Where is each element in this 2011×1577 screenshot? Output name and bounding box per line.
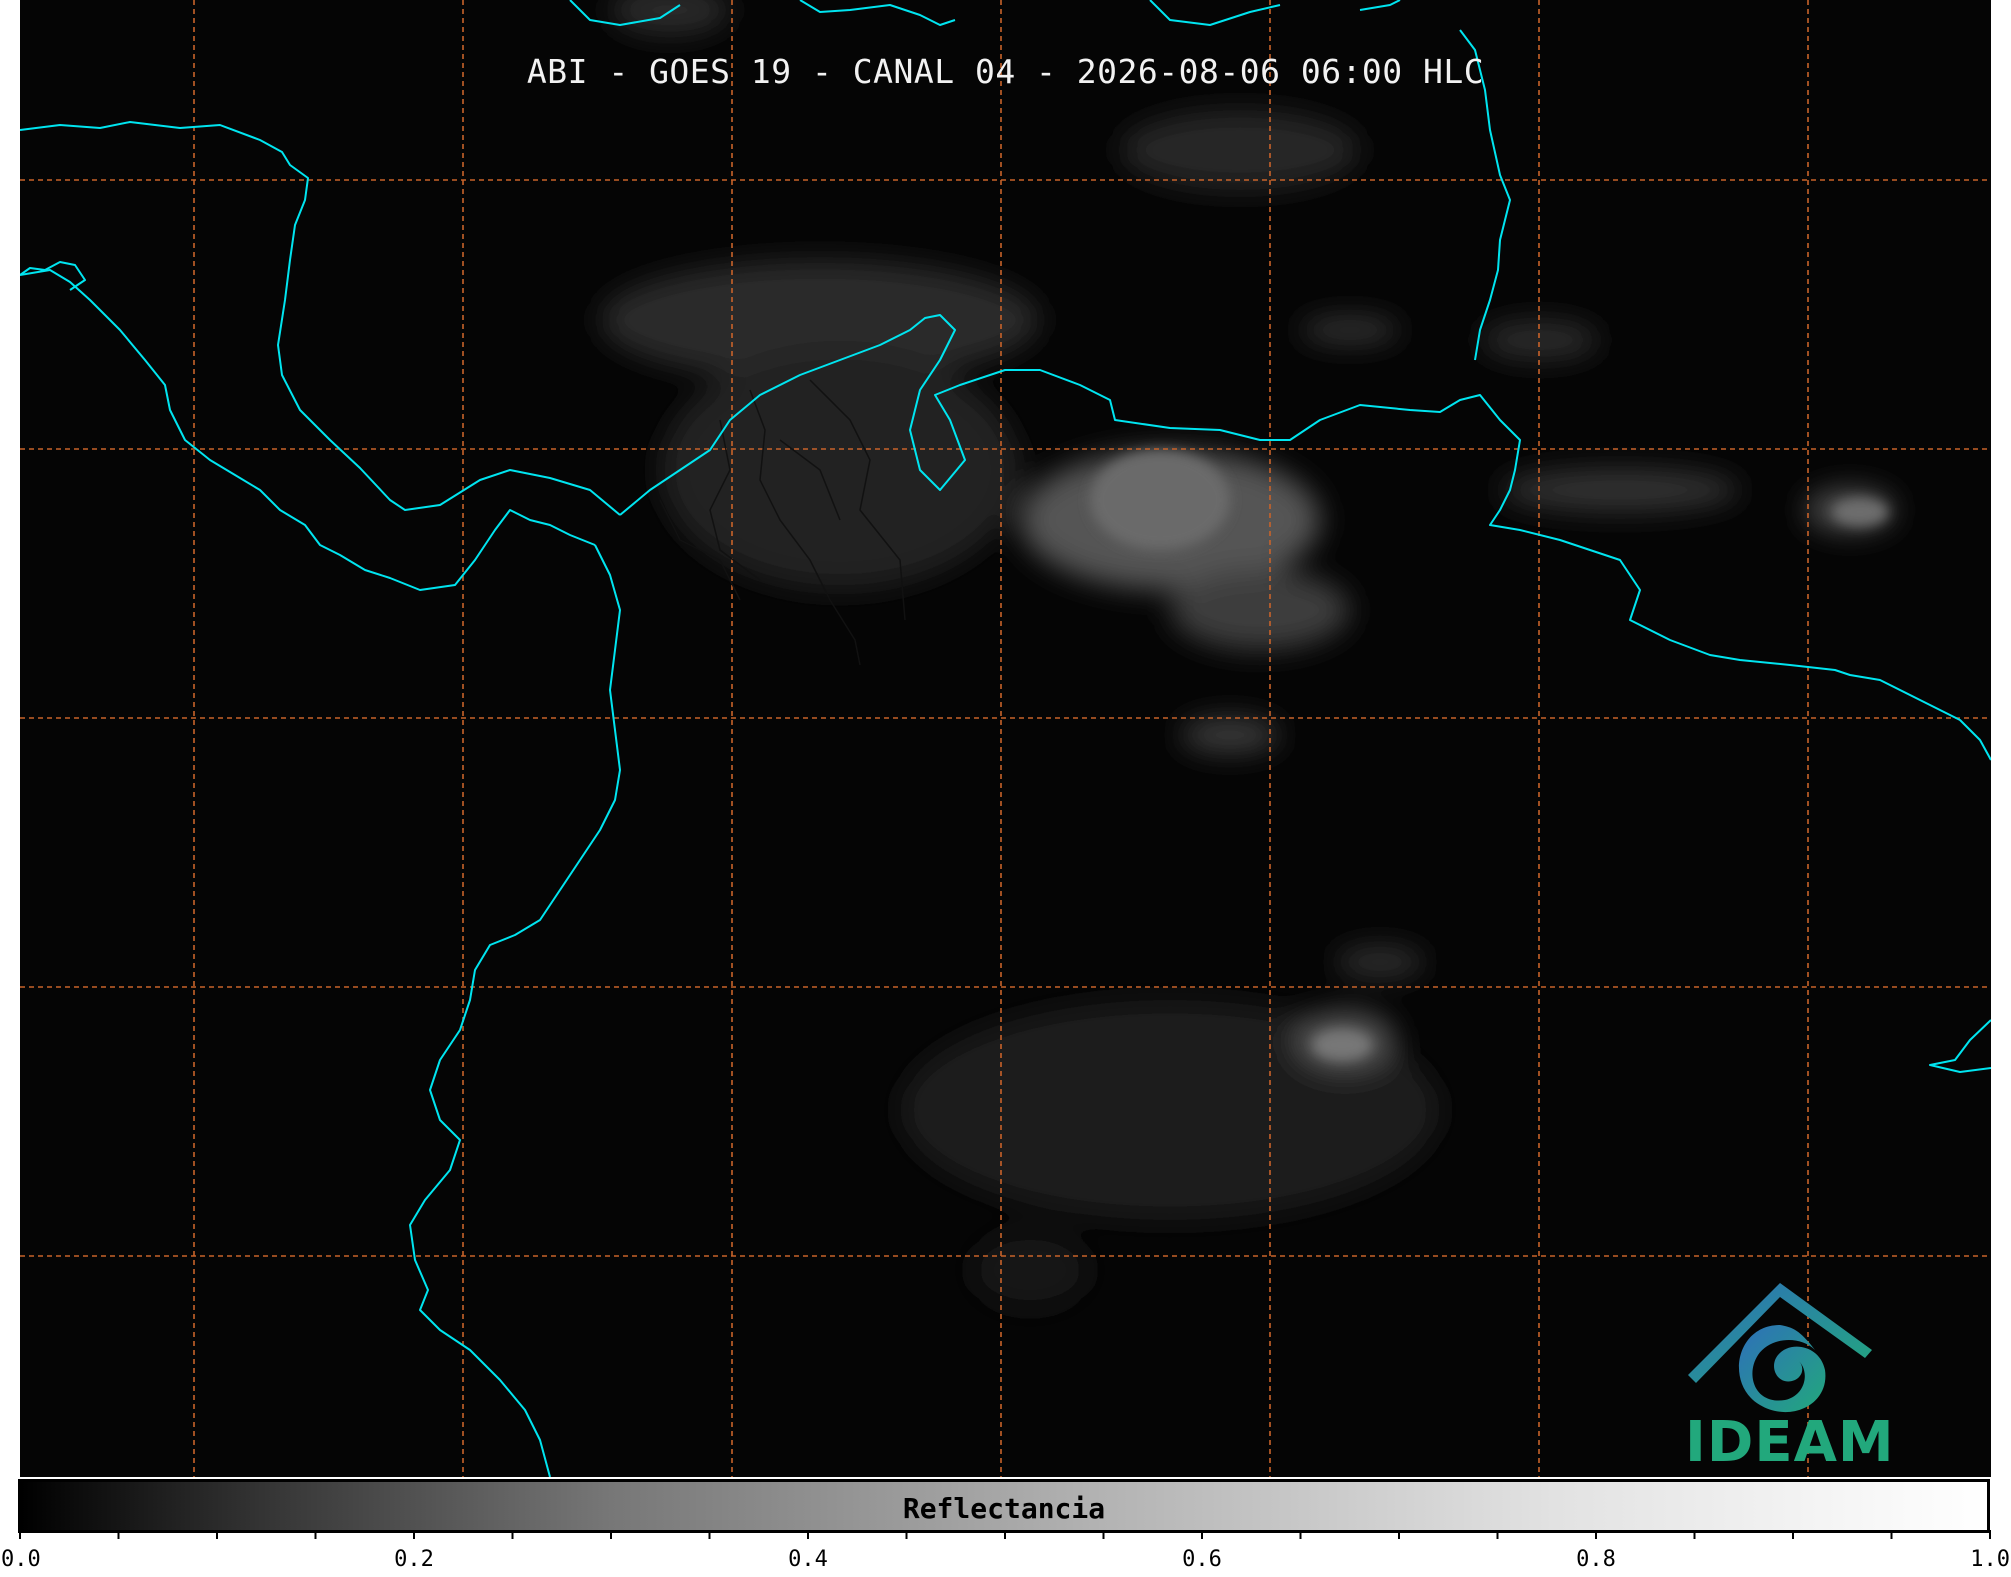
- bright-cloud: [1312, 1029, 1372, 1061]
- colorbar-label: Reflectancia: [902, 1492, 1106, 1525]
- colorbar: Reflectancia: [18, 1479, 1990, 1533]
- colorbar-tick-label: 0.8: [1576, 1547, 1616, 1572]
- cloud-field: [610, 0, 730, 35]
- cloud-field: [1170, 570, 1350, 650]
- cloud-layer: [600, 0, 1895, 1310]
- cloud-field: [1335, 946, 1425, 978]
- cloud-field: [1500, 468, 1740, 512]
- cloud-field: [660, 350, 1020, 590]
- colorbar-tick-label: 1.0: [1970, 1547, 2010, 1572]
- colorbar-tick-label: 0.6: [1182, 1547, 1222, 1572]
- cloud-field: [970, 1230, 1090, 1310]
- coastline-central-america-south: [20, 269, 596, 591]
- logo-text: IDEAM: [1685, 1410, 1895, 1475]
- coastline-east: [1929, 1019, 1991, 1073]
- colorbar-tick-label: 0.4: [788, 1547, 828, 1572]
- colorbar-axis: 0.0 0.2 0.4 0.6 0.8 1.0: [1, 1530, 2010, 1572]
- cloud-field: [1120, 110, 1360, 190]
- colorbar-tick-label: 0.2: [394, 1547, 434, 1572]
- cloud-field: [1300, 316, 1400, 344]
- colorbar-ticks: 0.0 0.2 0.4 0.6 0.8 1.0: [1, 1530, 2010, 1572]
- coastline-central-america-north: [20, 121, 621, 516]
- bright-cloud: [1090, 450, 1230, 550]
- satellite-map: ABI - GOES 19 - CANAL 04 - 2026-08-06 06…: [20, 0, 1991, 1477]
- cloud-field: [1180, 717, 1280, 753]
- bright-cloud: [1832, 498, 1888, 526]
- coastline-cuba: [20, 261, 86, 291]
- logo-spiral-mark: [1738, 1325, 1826, 1413]
- colorbar-tick-label: 0.0: [1, 1547, 41, 1572]
- coastline-pacific-south-america: [409, 544, 621, 1477]
- map-title: ABI - GOES 19 - CANAL 04 - 2026-08-06 06…: [526, 52, 1485, 91]
- cloud-field: [1480, 320, 1600, 360]
